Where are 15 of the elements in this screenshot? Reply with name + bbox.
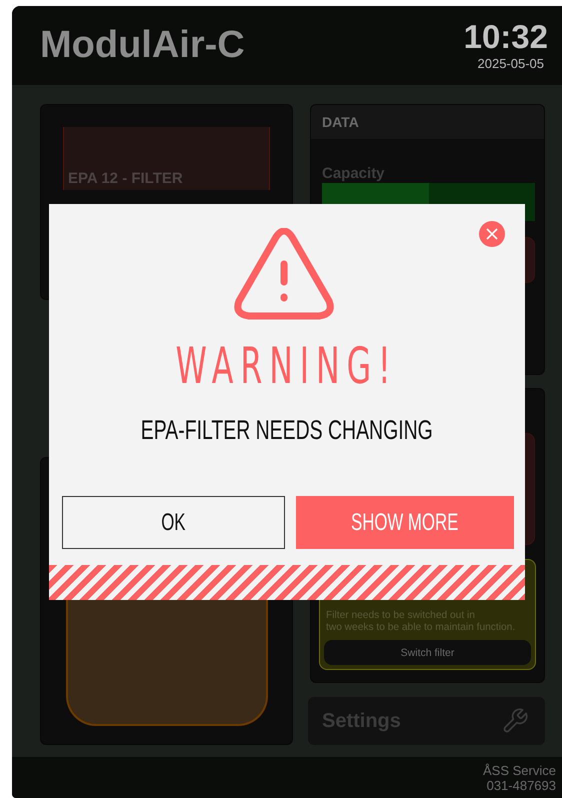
close-icon	[485, 227, 499, 241]
date-text: 2025-05-05	[478, 56, 545, 71]
app-title: ModulAir-C	[40, 24, 245, 67]
switch-filter-button[interactable]: Switch filter	[324, 640, 531, 665]
close-button[interactable]	[479, 221, 505, 247]
company-name: ÅSS Service	[483, 762, 556, 778]
phone-number: 031-487693	[486, 778, 556, 792]
warning-message: EPA-FILTER NEEDS CHANGING	[141, 417, 433, 444]
warning-title: WARNING!	[176, 341, 398, 391]
card-title: DATA	[311, 105, 544, 139]
wrench-icon	[501, 707, 529, 735]
clock-time: 10:32	[464, 20, 548, 53]
show-more-button[interactable]: SHOW MORE	[296, 496, 514, 549]
ok-button[interactable]: OK	[62, 496, 285, 549]
warning-icon	[232, 228, 336, 322]
